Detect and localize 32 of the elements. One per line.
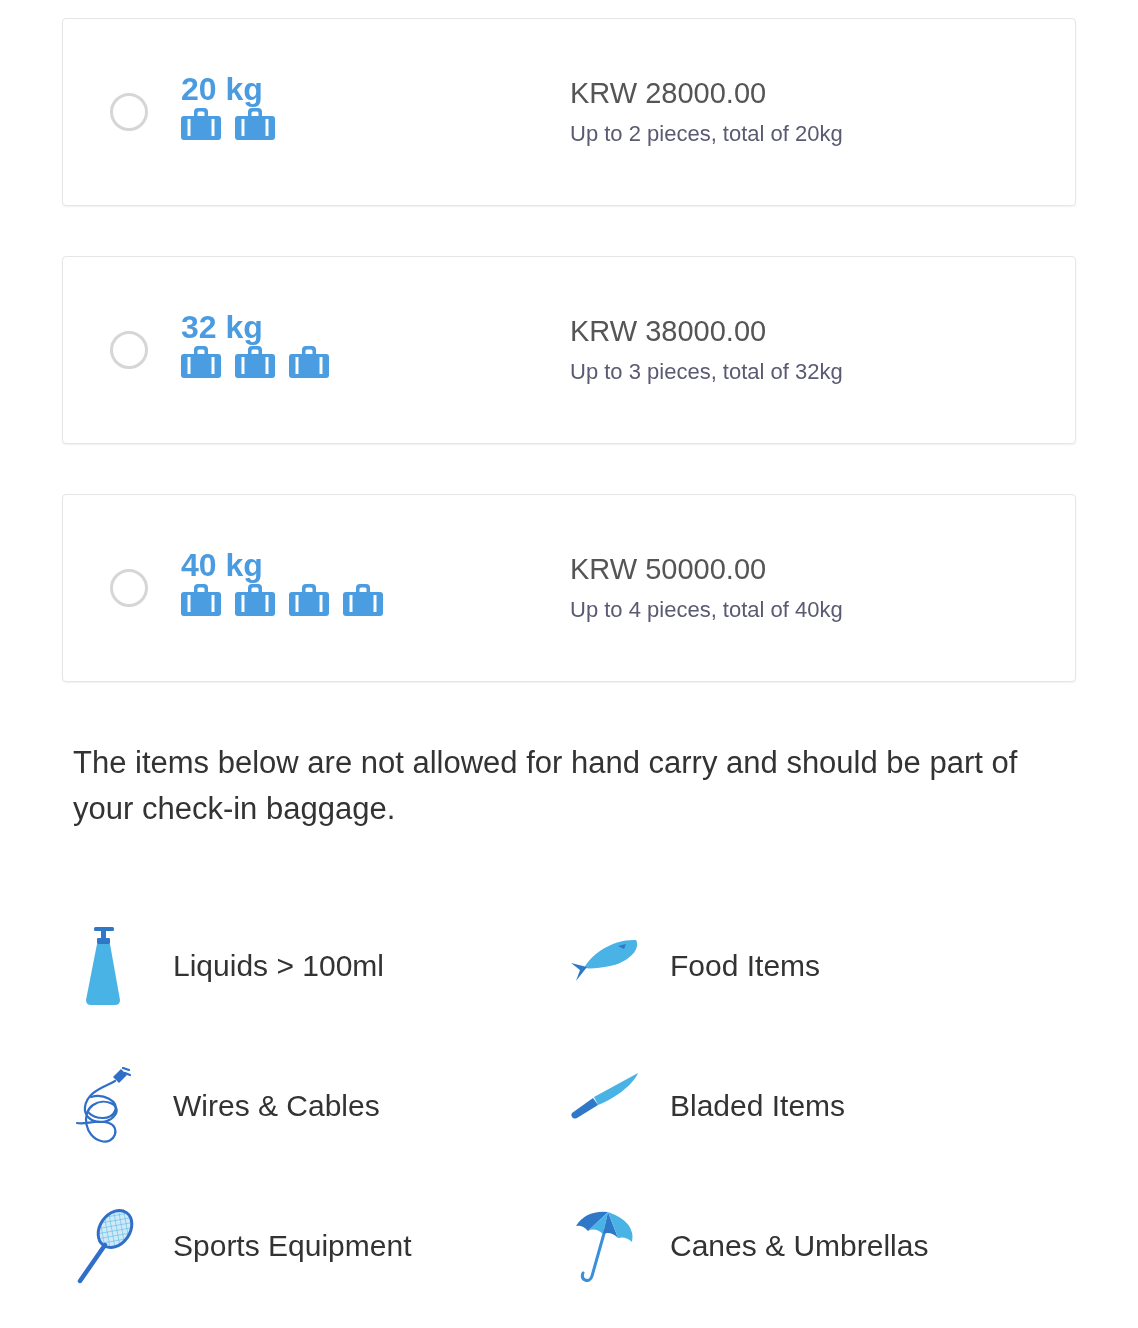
- weight-label: 20 kg: [181, 72, 263, 106]
- suitcase-icon: [289, 584, 329, 616]
- suitcase-icon: [181, 346, 221, 378]
- suitcase-icon: [181, 584, 221, 616]
- allowance-text: Up to 4 pieces, total of 40kg: [570, 596, 843, 624]
- suitcase-icon: [289, 346, 329, 378]
- radio-button[interactable]: [110, 331, 148, 369]
- radio-button[interactable]: [110, 569, 148, 607]
- weight-label: 40 kg: [181, 548, 263, 582]
- suitcase-icon: [235, 346, 275, 378]
- item-label: Liquids > 100ml: [173, 948, 384, 984]
- suitcase-icon: [235, 584, 275, 616]
- radio-button[interactable]: [110, 93, 148, 131]
- item-label: Food Items: [670, 948, 821, 984]
- knife-icon: [570, 1073, 640, 1119]
- suitcase-icon: [343, 584, 383, 616]
- price-text: KRW 38000.00: [570, 314, 767, 348]
- suitcase-icon: [181, 108, 221, 140]
- allowance-text: Up to 2 pieces, total of 20kg: [570, 120, 843, 148]
- tennis-racket-icon: [75, 1207, 135, 1285]
- price-text: KRW 50000.00: [570, 552, 767, 586]
- item-label: Sports Equipment: [173, 1228, 412, 1264]
- item-label: Wires & Cables: [173, 1088, 380, 1124]
- item-label: Canes & Umbrellas: [670, 1228, 929, 1264]
- allowance-text: Up to 3 pieces, total of 32kg: [570, 358, 843, 386]
- weight-label: 32 kg: [181, 310, 263, 344]
- item-label: Bladed Items: [670, 1088, 846, 1124]
- suitcase-icon: [235, 108, 275, 140]
- cable-plug-icon: [75, 1067, 131, 1145]
- notice-text: The items below are not allowed for hand carry and should be part of your check-in baggage.: [72, 744, 1019, 828]
- price-text: KRW 28000.00: [570, 76, 767, 110]
- pump-bottle-icon: [83, 927, 123, 1005]
